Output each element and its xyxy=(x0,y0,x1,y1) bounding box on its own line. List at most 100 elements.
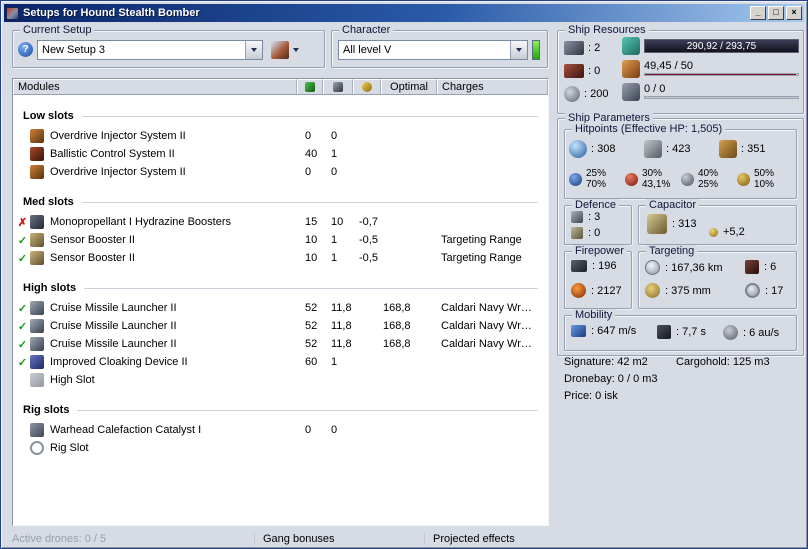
volley-value: : 2127 xyxy=(591,284,622,297)
section-divider xyxy=(81,201,538,203)
firepower-label: Firepower xyxy=(572,245,627,258)
help-icon[interactable]: ? xyxy=(18,42,33,57)
capacitor-capacity: : 313 xyxy=(647,214,696,234)
powergrid-value: 0 xyxy=(331,130,338,142)
optimal-value: 168,8 xyxy=(383,338,411,350)
cpu-value: 40 xyxy=(305,148,318,160)
powergrid-column-icon xyxy=(333,82,343,92)
module-row[interactable]: ✓ Sensor Booster II 10 1 -0,5 Targeting … xyxy=(13,231,548,249)
powergrid-value: 1 xyxy=(331,252,338,264)
active-drones-panel[interactable]: Active drones: 0 / 5 xyxy=(12,533,254,545)
character-combo[interactable]: All level V xyxy=(338,40,528,60)
structure-hp-value: : 351 xyxy=(741,143,766,155)
charges-value: Targeting Range xyxy=(441,234,522,246)
chevron-down-icon xyxy=(251,48,257,52)
gang-bonuses-panel[interactable]: Gang bonuses xyxy=(254,532,424,545)
window-content: Current Setup ? New Setup 3 Character Al… xyxy=(4,22,804,545)
slot-name: High Slot xyxy=(50,374,95,386)
module-name: Sensor Booster II xyxy=(50,252,135,264)
column-header-cpu[interactable] xyxy=(297,79,323,95)
em-resist: 25% 70% xyxy=(569,168,625,190)
module-row[interactable]: ✓ Sensor Booster II 10 1 -0,5 Targeting … xyxy=(13,249,548,267)
optimal-value: 168,8 xyxy=(383,302,411,314)
kinetic-resist-icon xyxy=(681,172,694,186)
powergrid-value: 11,8 xyxy=(331,338,352,350)
cap-value: -0,7 xyxy=(359,216,378,228)
targeting-range-value: : 167,36 km xyxy=(665,261,723,274)
powergrid-value: 10 xyxy=(331,216,344,228)
module-row[interactable]: ✓ Cruise Missile Launcher II 52 11,8 168… xyxy=(13,299,548,317)
column-header-capacitor[interactable] xyxy=(353,79,381,95)
modules-list: Modules Optimal Charges Low slots Overdr… xyxy=(12,78,549,526)
column-header-modules[interactable]: Modules xyxy=(13,79,297,95)
current-setup-label: Current Setup xyxy=(20,24,95,37)
capacitor-recharge: +5,2 xyxy=(709,226,745,238)
capacitor-group: Capacitor : 313 +5,2 xyxy=(638,199,797,245)
resource-bars-column: 290,92 / 293,75 49,45 / 50 0 / 0 xyxy=(622,37,799,101)
window-title: Setups for Hound Stealth Bomber xyxy=(23,7,200,19)
volley: : 2127 xyxy=(571,283,622,298)
ok-icon: ✓ xyxy=(17,252,28,265)
maximize-button[interactable]: □ xyxy=(768,6,784,20)
module-row[interactable]: Overdrive Injector System II 0 0 xyxy=(13,163,548,181)
skill-level-indicator xyxy=(532,40,540,60)
max-velocity-value: : 647 m/s xyxy=(591,325,637,337)
module-row[interactable]: Warhead Calefaction Catalyst I 0 0 xyxy=(13,421,548,439)
app-window: Setups for Hound Stealth Bomber _ □ × Cu… xyxy=(0,0,808,549)
module-name: Overdrive Injector System II xyxy=(50,130,186,142)
scan-resolution-icon xyxy=(645,283,660,298)
armor-hp-value: : 423 xyxy=(666,143,691,155)
max-targets-value: : 6 xyxy=(764,261,777,273)
cpu-bar: 290,92 / 293,75 xyxy=(644,39,799,53)
setup-tools-button[interactable] xyxy=(271,39,309,61)
ship-resources-label: Ship Resources xyxy=(565,24,649,37)
current-setup-group: Current Setup ? New Setup 3 xyxy=(12,24,325,68)
minimize-button[interactable]: _ xyxy=(750,6,766,20)
powergrid-bar xyxy=(644,73,799,76)
capacitor-value: : 313 xyxy=(672,218,697,230)
cloaking-device-icon xyxy=(30,355,44,369)
character-combo-dropdown-button[interactable] xyxy=(510,41,527,59)
module-row[interactable]: ✓ Cruise Missile Launcher II 52 11,8 168… xyxy=(13,335,548,353)
section-divider xyxy=(77,409,538,411)
module-row[interactable]: ✗ Monopropellant I Hydrazine Boosters 15… xyxy=(13,213,548,231)
warp-speed: : 6 au/s xyxy=(723,325,779,340)
turret-hardpoints-value: : 2 xyxy=(588,42,601,54)
setup-combo-dropdown-button[interactable] xyxy=(245,41,262,59)
module-name: Overdrive Injector System II xyxy=(50,166,186,178)
warhead-rig-icon xyxy=(30,423,44,437)
cpu-value: 0 xyxy=(305,424,312,436)
empty-slot-row[interactable]: Rig Slot xyxy=(13,439,548,457)
powergrid-value: 1 xyxy=(331,356,338,368)
column-header-powergrid[interactable] xyxy=(323,79,353,95)
section-divider xyxy=(84,287,538,289)
mobility-label: Mobility xyxy=(572,309,616,322)
sensor-booster-icon xyxy=(30,251,44,265)
max-velocity-icon xyxy=(571,325,586,337)
max-targets-icon xyxy=(745,260,759,274)
close-button[interactable]: × xyxy=(786,6,802,20)
setup-combo-value: New Setup 3 xyxy=(42,44,105,56)
armor-hp-icon xyxy=(644,140,662,158)
thermal-shield-resist: 30% xyxy=(642,168,663,179)
column-header-charges[interactable]: Charges xyxy=(437,79,548,95)
module-row[interactable]: ✓ Improved Cloaking Device II 60 1 xyxy=(13,353,548,371)
module-row[interactable]: Ballistic Control System II 40 1 xyxy=(13,145,548,163)
section-rig-slots: Rig slots xyxy=(13,399,548,421)
projected-effects-panel[interactable]: Projected effects xyxy=(424,532,549,545)
volley-icon xyxy=(571,283,586,298)
chevron-down-icon xyxy=(516,48,522,52)
shield-hp-icon xyxy=(569,140,587,158)
em-resist-icon xyxy=(569,172,582,186)
module-row[interactable]: Overdrive Injector System II 0 0 xyxy=(13,127,548,145)
empty-slot-row[interactable]: High Slot xyxy=(13,371,548,389)
armor-repair-icon xyxy=(571,227,583,239)
setup-combo[interactable]: New Setup 3 xyxy=(37,40,263,60)
cpu-value: 10 xyxy=(305,252,318,264)
thermal-resist: 30% 43,1% xyxy=(625,168,681,190)
column-header-optimal[interactable]: Optimal xyxy=(381,79,437,95)
max-targets: : 6 xyxy=(745,260,776,274)
module-row[interactable]: ✓ Cruise Missile Launcher II 52 11,8 168… xyxy=(13,317,548,335)
module-name: Warhead Calefaction Catalyst I xyxy=(50,424,202,436)
powergrid-value: 0 xyxy=(331,166,338,178)
